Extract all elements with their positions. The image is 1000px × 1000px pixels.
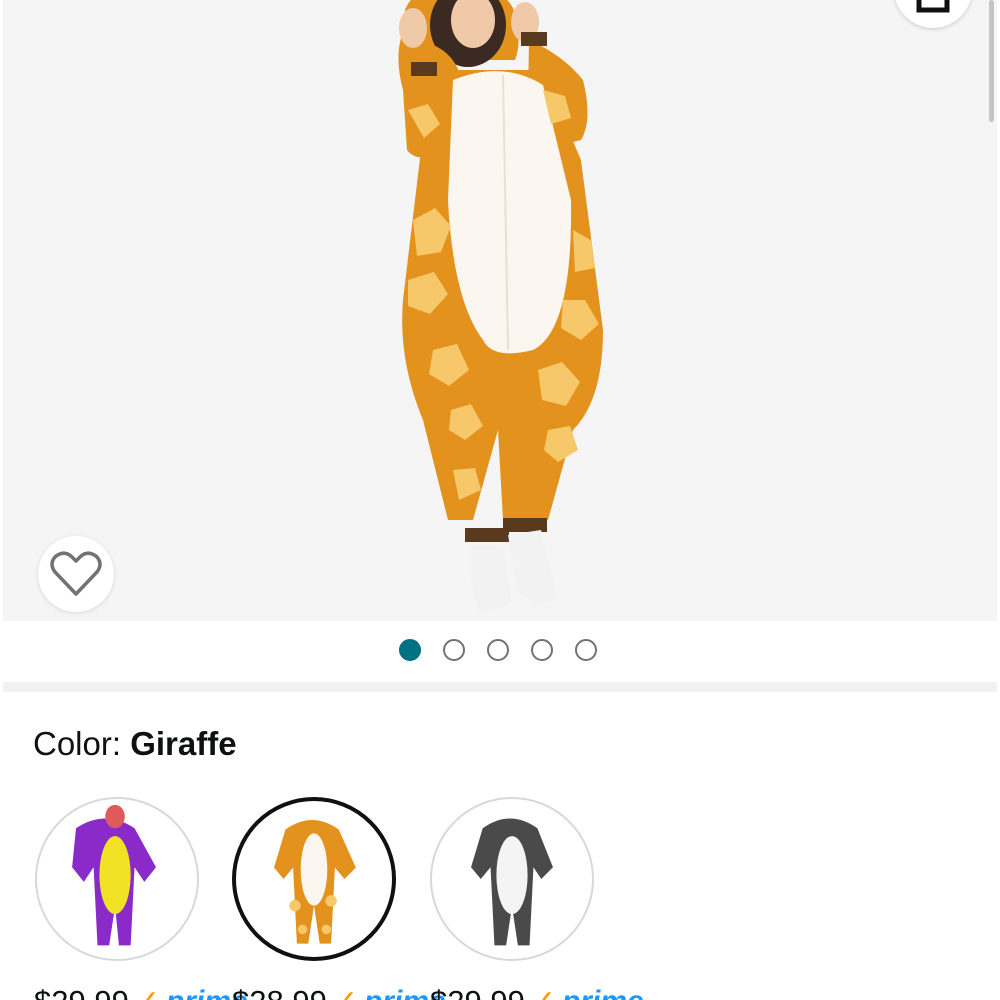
product-image-gallery[interactable] bbox=[3, 0, 997, 621]
section-divider bbox=[3, 682, 997, 692]
heart-outline-icon bbox=[50, 551, 102, 596]
wishlist-button[interactable] bbox=[38, 536, 114, 612]
share-icon bbox=[916, 0, 950, 13]
pagination-dot-2[interactable] bbox=[443, 639, 465, 661]
swatch-price: $29.99 bbox=[34, 984, 129, 1000]
swatch-price: $28.99 bbox=[232, 984, 327, 1000]
pagination-dot-5[interactable] bbox=[575, 639, 597, 661]
prime-check-icon: ✓ bbox=[135, 984, 160, 1000]
swatch-grey[interactable] bbox=[430, 797, 594, 961]
color-variation-label: Color: Giraffe bbox=[33, 724, 237, 764]
swatch-price-row-1: $29.99 ✓prime bbox=[34, 984, 248, 1000]
swatch-price: $29.99 bbox=[430, 984, 525, 1000]
prime-badge: prime bbox=[562, 984, 644, 1000]
swatch-purple-image bbox=[72, 804, 157, 946]
swatch-purple[interactable] bbox=[35, 797, 199, 961]
swatch-giraffe[interactable] bbox=[232, 797, 396, 961]
scrollbar[interactable] bbox=[989, 0, 994, 122]
swatch-price-row-3: $29.99 ✓ prime bbox=[430, 984, 644, 1000]
pagination-dot-1[interactable] bbox=[399, 639, 421, 661]
swatch-grey-image bbox=[471, 818, 553, 946]
swatch-giraffe-image bbox=[274, 820, 356, 944]
image-pagination bbox=[0, 639, 1000, 661]
product-main-image[interactable] bbox=[3, 0, 997, 621]
swatch-price-row-2: $28.99 ✓prime bbox=[232, 984, 446, 1000]
pagination-dot-3[interactable] bbox=[487, 639, 509, 661]
color-label: Color: bbox=[33, 725, 131, 762]
color-selected-value: Giraffe bbox=[130, 725, 237, 762]
pagination-dot-4[interactable] bbox=[531, 639, 553, 661]
prime-check-icon: ✓ bbox=[333, 984, 358, 1000]
prime-check-icon: ✓ bbox=[531, 984, 556, 1000]
